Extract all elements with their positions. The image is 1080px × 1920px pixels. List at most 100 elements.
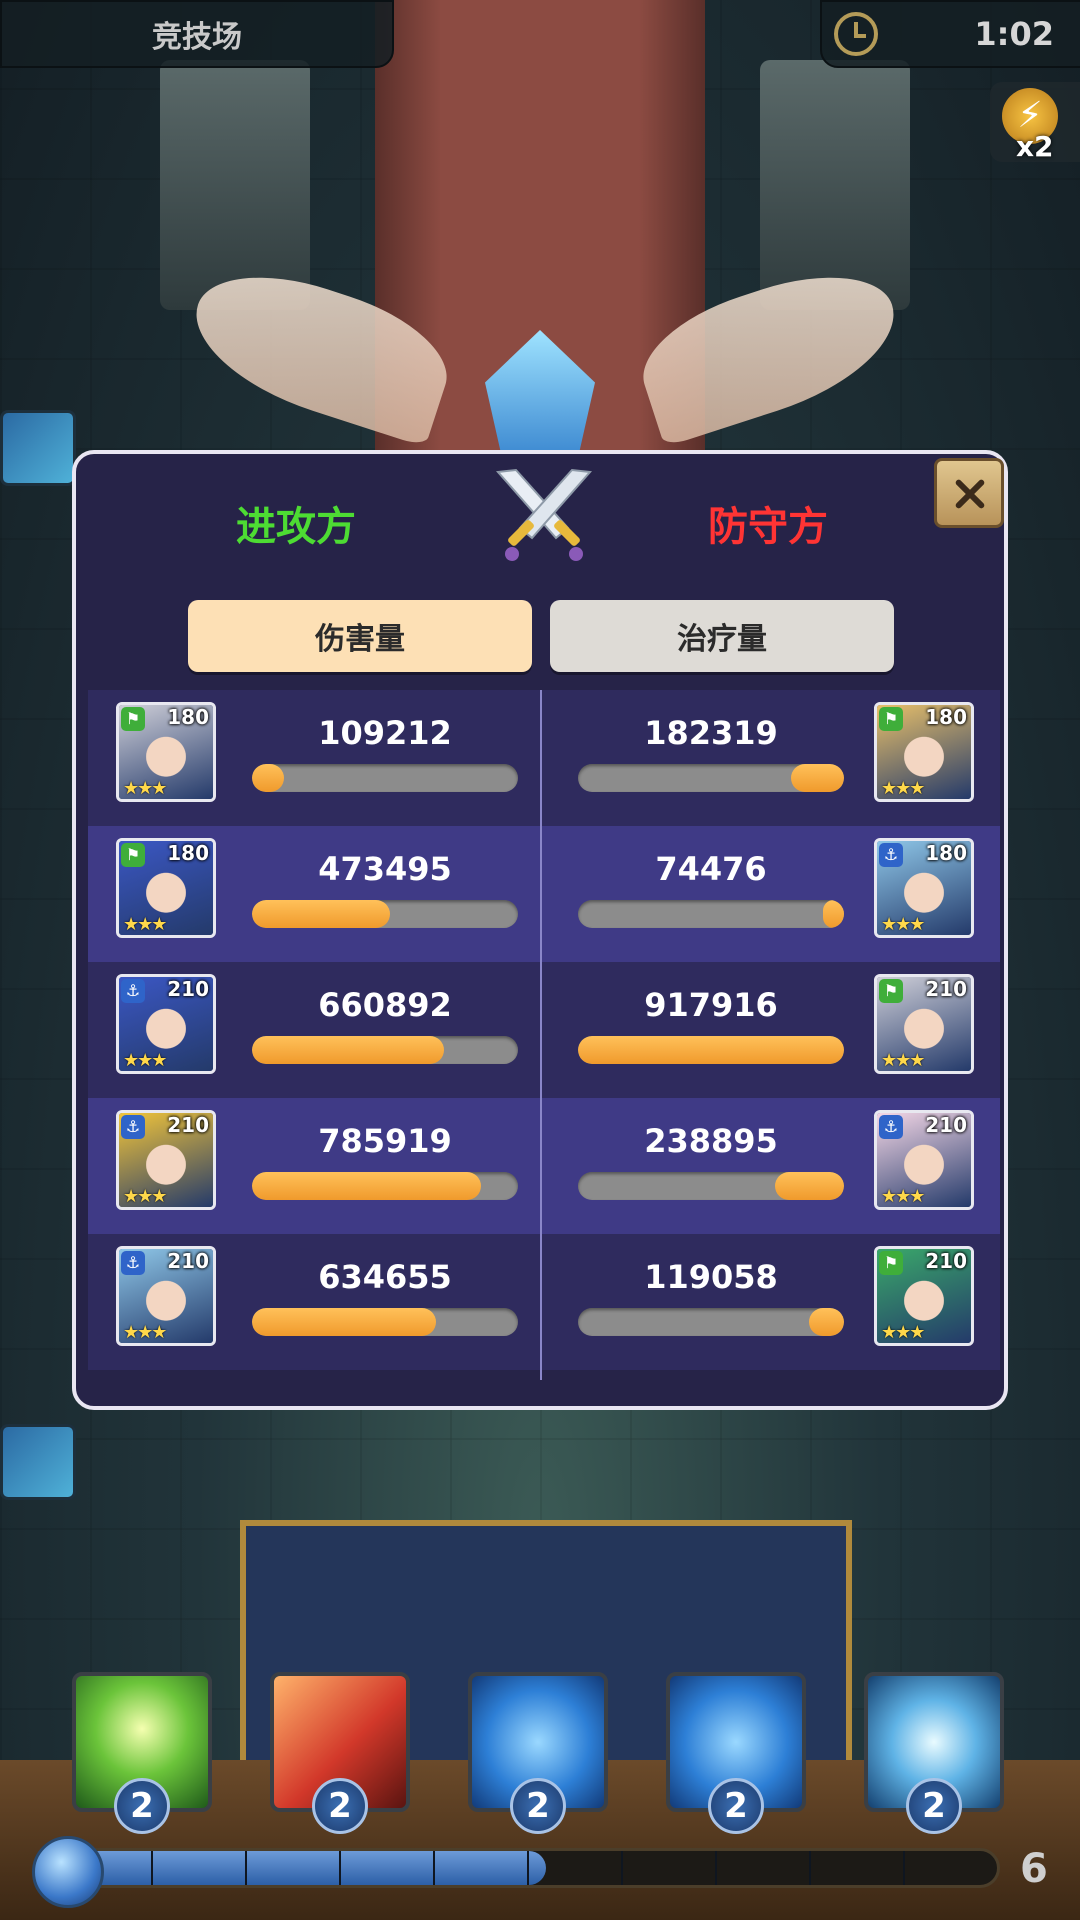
team-divider	[540, 690, 542, 1380]
skill-button[interactable]: 2	[666, 1672, 806, 1834]
energy-segment-divider	[433, 1851, 435, 1885]
hero-level: 180	[925, 705, 967, 729]
right-pillar	[760, 60, 910, 310]
star-rating-icon: ★★★	[881, 1050, 925, 1071]
skill-button[interactable]: 2	[864, 1672, 1004, 1834]
anchor-class-badge-icon: ⚓	[879, 843, 903, 867]
tab-healing[interactable]: 治疗量	[550, 600, 894, 672]
stats-rows: ⚑ 180 ★★★ 109212 ⚑ 180 ★★★ 182319 ⚑ 180 ★★★ 473495 ⚓…	[88, 690, 1000, 1370]
skill-button[interactable]: 2	[468, 1672, 608, 1834]
defender-value: 182319	[644, 714, 778, 752]
attacker-value-bar	[252, 1308, 518, 1336]
bar-fill	[774, 1172, 844, 1200]
defender-value-bar	[578, 764, 844, 792]
skill-charge-count: 2	[312, 1778, 368, 1834]
hero-level: 210	[925, 1249, 967, 1273]
stats-row: ⚓ 210 ★★★ 660892 ⚑ 210 ★★★ 917916	[88, 962, 1000, 1098]
energy-segment-divider	[151, 1851, 153, 1885]
anchor-class-badge-icon: ⚓	[121, 1251, 145, 1275]
skill-button[interactable]: 2	[270, 1672, 410, 1834]
bar-fill	[790, 764, 844, 792]
hero-level: 180	[925, 841, 967, 865]
anchor-class-badge-icon: ⚓	[121, 1115, 145, 1139]
energy-orb-icon	[32, 1836, 104, 1908]
defender-hero-portrait[interactable]: ⚓ 180 ★★★	[874, 838, 974, 938]
defender-hero-portrait[interactable]: ⚑ 210 ★★★	[874, 1246, 974, 1346]
attacker-value-bar	[252, 1036, 518, 1064]
stats-row: ⚑ 180 ★★★ 473495 ⚓ 180 ★★★ 74476	[88, 826, 1000, 962]
bar-fill	[252, 900, 391, 928]
speed-toggle-button[interactable]: ⚡ x2	[990, 82, 1080, 163]
clock-icon	[834, 12, 878, 56]
class-badge-green-icon: ⚑	[879, 707, 903, 731]
stats-row: ⚓ 210 ★★★ 785919 ⚓ 210 ★★★ 238895	[88, 1098, 1000, 1234]
defender-value: 119058	[644, 1258, 778, 1296]
class-badge-green-icon: ⚑	[121, 707, 145, 731]
energy-fill	[57, 1851, 546, 1885]
skill-button[interactable]: 2	[72, 1672, 212, 1834]
hero-level: 210	[925, 1113, 967, 1137]
attacker-value: 785919	[318, 1122, 452, 1160]
defender-label: 防守方	[708, 504, 828, 550]
skill-charge-count: 2	[906, 1778, 962, 1834]
side-skill-icon-bottom	[0, 1424, 76, 1500]
star-rating-icon: ★★★	[123, 1322, 167, 1343]
attacker-hero-portrait[interactable]: ⚓ 210 ★★★	[116, 1110, 216, 1210]
attacker-hero-portrait[interactable]: ⚓ 210 ★★★	[116, 1246, 216, 1346]
attacker-value-bar	[252, 900, 518, 928]
bar-fill	[809, 1308, 844, 1336]
mode-title-panel: 竞技场	[0, 0, 394, 68]
class-badge-green-icon: ⚑	[879, 979, 903, 1003]
tab-damage[interactable]: 伤害量	[188, 600, 532, 672]
bar-fill	[252, 1308, 436, 1336]
skill-charge-count: 2	[510, 1778, 566, 1834]
anchor-class-badge-icon: ⚓	[121, 979, 145, 1003]
speed-multiplier: x2	[1016, 130, 1054, 163]
battle-stats-modal: 进攻方 防守方 伤害量 治疗量 ⚑ 180 ★★★ 109212 ⚑ 180 ★★★ 1823…	[72, 450, 1008, 1410]
attacker-hero-portrait[interactable]: ⚑ 180 ★★★	[116, 838, 216, 938]
defender-hero-portrait[interactable]: ⚑ 210 ★★★	[874, 974, 974, 1074]
defender-hero-portrait[interactable]: ⚑ 180 ★★★	[874, 702, 974, 802]
star-rating-icon: ★★★	[881, 1186, 925, 1207]
left-pillar	[160, 60, 310, 310]
attacker-value: 634655	[318, 1258, 452, 1296]
bar-fill	[252, 1172, 481, 1200]
energy-segment-divider	[339, 1851, 341, 1885]
attacker-hero-portrait[interactable]: ⚑ 180 ★★★	[116, 702, 216, 802]
defender-value-bar	[578, 1172, 844, 1200]
close-button[interactable]	[934, 458, 1004, 528]
mode-title: 竞技场	[152, 20, 242, 55]
defender-value-bar	[578, 900, 844, 928]
energy-segment-divider	[245, 1851, 247, 1885]
attacker-value: 473495	[318, 850, 452, 888]
battle-timer-panel: 1:02	[820, 0, 1080, 68]
stats-row: ⚓ 210 ★★★ 634655 ⚑ 210 ★★★ 119058	[88, 1234, 1000, 1370]
anchor-class-badge-icon: ⚓	[879, 1115, 903, 1139]
attacker-label: 进攻方	[236, 504, 356, 550]
star-rating-icon: ★★★	[881, 1322, 925, 1343]
attacker-value-bar	[252, 764, 518, 792]
crossed-swords-icon	[495, 468, 593, 561]
star-rating-icon: ★★★	[123, 1050, 167, 1071]
attacker-value-bar	[252, 1172, 518, 1200]
defender-value: 238895	[644, 1122, 778, 1160]
star-rating-icon: ★★★	[881, 778, 925, 799]
attacker-value: 109212	[318, 714, 452, 752]
skill-charge-count: 2	[708, 1778, 764, 1834]
hero-level: 210	[167, 1113, 209, 1137]
bar-fill	[822, 900, 844, 928]
bar-fill	[252, 1036, 444, 1064]
bar-fill	[252, 764, 284, 792]
battle-timer: 1:02	[974, 15, 1054, 53]
hero-level: 210	[167, 977, 209, 1001]
hero-level: 180	[167, 841, 209, 865]
star-rating-icon: ★★★	[881, 914, 925, 935]
energy-count: 6	[1020, 1846, 1048, 1892]
defender-value-bar	[578, 1308, 844, 1336]
hero-level: 180	[167, 705, 209, 729]
class-badge-green-icon: ⚑	[879, 1251, 903, 1275]
attacker-hero-portrait[interactable]: ⚓ 210 ★★★	[116, 974, 216, 1074]
defender-hero-portrait[interactable]: ⚓ 210 ★★★	[874, 1110, 974, 1210]
defender-value: 74476	[655, 850, 767, 888]
energy-segment-divider	[809, 1851, 811, 1885]
